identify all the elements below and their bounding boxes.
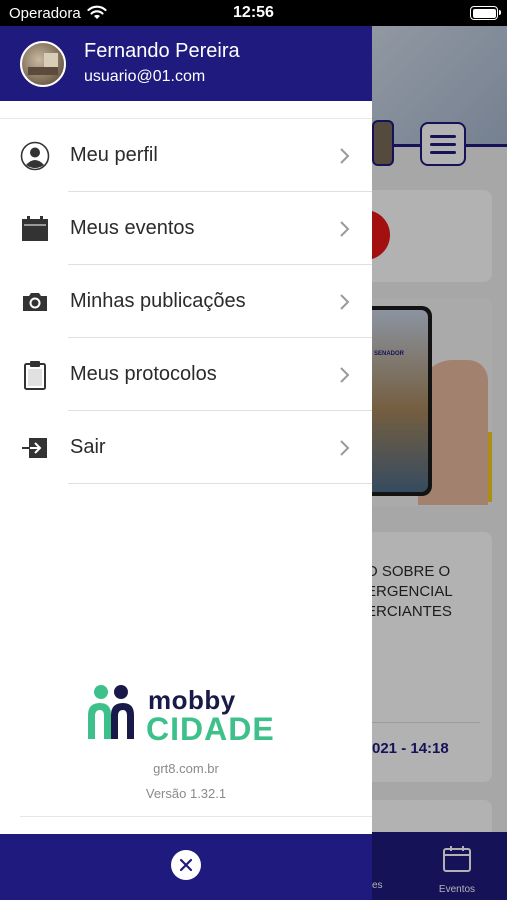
footer-divider: [20, 816, 372, 817]
chevron-right-icon: [340, 147, 350, 164]
menu-item-my-events[interactable]: Meus eventos: [0, 192, 372, 265]
brand-website: grt8.com.br: [153, 761, 219, 776]
app-version: Versão 1.32.1: [145, 786, 227, 801]
user-email: usuario@01.com: [84, 68, 206, 85]
chevron-right-icon: [340, 439, 350, 456]
menu-separator: [68, 483, 372, 484]
side-drawer: Fernando Pereira usuario@01.com Meu perf…: [0, 26, 372, 900]
menu-item-my-publications[interactable]: Minhas publicações: [0, 265, 372, 338]
drawer-header: Fernando Pereira usuario@01.com: [0, 26, 372, 101]
chevron-right-icon: [340, 293, 350, 310]
status-bar: Operadora 12:56: [0, 0, 507, 26]
clipboard-icon: [20, 360, 50, 390]
clock: 12:56: [233, 4, 274, 21]
menu-item-my-profile[interactable]: Meu perfil: [0, 119, 372, 192]
menu-item-label: Minhas publicações: [70, 290, 246, 312]
calendar-icon: [20, 214, 50, 244]
chevron-right-icon: [340, 366, 350, 383]
user-name: Fernando Pereira: [84, 40, 240, 62]
menu-item-label: Meu perfil: [70, 144, 158, 166]
menu-item-my-protocols[interactable]: Meus protocolos: [0, 338, 372, 411]
chevron-right-icon: [340, 220, 350, 237]
menu-item-logout[interactable]: Sair: [0, 411, 372, 484]
close-icon: [179, 858, 193, 872]
menu-item-label: Meus eventos: [70, 217, 195, 239]
battery-icon: [470, 6, 501, 20]
brand-word-cidade: CIDADE: [146, 711, 275, 747]
menu-item-label: Sair: [70, 436, 106, 458]
avatar[interactable]: [20, 41, 66, 87]
person-icon: [20, 141, 50, 171]
logout-icon: [20, 433, 50, 463]
drawer-menu: Meu perfil Meus eventos Minhas publicaçõ…: [0, 119, 372, 484]
drawer-footer: [0, 834, 372, 900]
camera-icon: [20, 287, 50, 317]
menu-item-label: Meus protocolos: [70, 363, 217, 385]
close-drawer-button[interactable]: [171, 850, 201, 880]
